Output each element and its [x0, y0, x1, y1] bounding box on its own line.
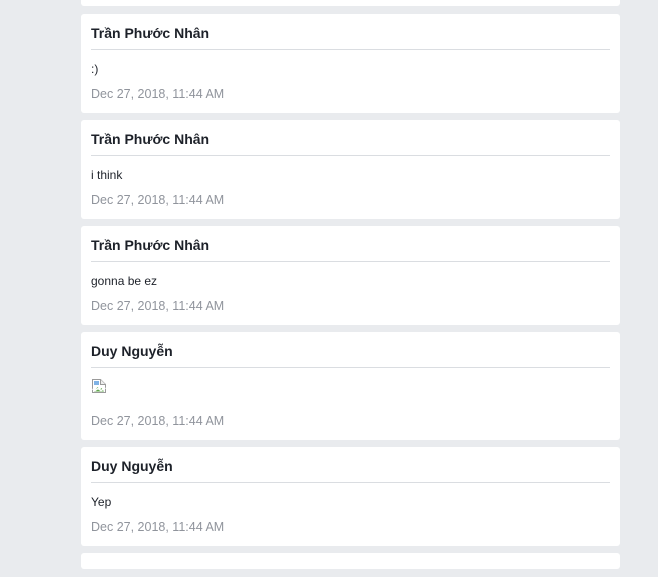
message-text: Yep — [91, 495, 112, 509]
message-card: Trần Phước Nhân :) Dec 27, 2018, 11:44 A… — [81, 14, 620, 113]
message-card: Duy Nguyễn Yep Dec 27, 2018, 11:44 AM — [81, 447, 620, 546]
message-text: gonna be ez — [91, 274, 158, 288]
message-author[interactable]: Trần Phước Nhân — [91, 25, 209, 41]
message-timestamp: Dec 27, 2018, 11:44 AM — [91, 520, 225, 534]
message-author[interactable]: Duy Nguyễn — [91, 458, 173, 474]
message-author[interactable]: Trần Phước Nhân — [91, 131, 209, 147]
message-card: Trần Phước Nhân gonna be ez Dec 27, 2018… — [81, 226, 620, 325]
message-timestamp: Dec 27, 2018, 11:44 AM — [91, 87, 225, 101]
message-timestamp: Dec 27, 2018, 11:44 AM — [91, 414, 225, 428]
message-header: Trần Phước Nhân — [91, 14, 610, 50]
message-timestamp: Dec 27, 2018, 11:44 AM — [91, 299, 225, 313]
message-header: Duy Nguyễn — [91, 332, 610, 368]
broken-image-icon[interactable] — [91, 378, 107, 394]
message-header: Duy Nguyễn — [91, 447, 610, 483]
message-timestamp: Dec 27, 2018, 11:44 AM — [91, 193, 225, 207]
message-card-next — [81, 553, 620, 569]
message-text: i think — [91, 168, 123, 182]
message-card-previous — [81, 0, 620, 6]
message-author[interactable]: Duy Nguyễn — [91, 343, 173, 359]
message-text: :) — [91, 62, 99, 76]
message-header: Trần Phước Nhân — [91, 226, 610, 262]
message-header: Trần Phước Nhân — [91, 120, 610, 156]
message-image[interactable] — [91, 368, 610, 395]
message-author[interactable]: Trần Phước Nhân — [91, 237, 209, 253]
message-feed: Trần Phước Nhân :) Dec 27, 2018, 11:44 A… — [81, 0, 620, 577]
message-card: Duy Nguyễn Dec 27, 2018, 11:44 AM — [81, 332, 620, 440]
message-card: Trần Phước Nhân i think Dec 27, 2018, 11… — [81, 120, 620, 219]
